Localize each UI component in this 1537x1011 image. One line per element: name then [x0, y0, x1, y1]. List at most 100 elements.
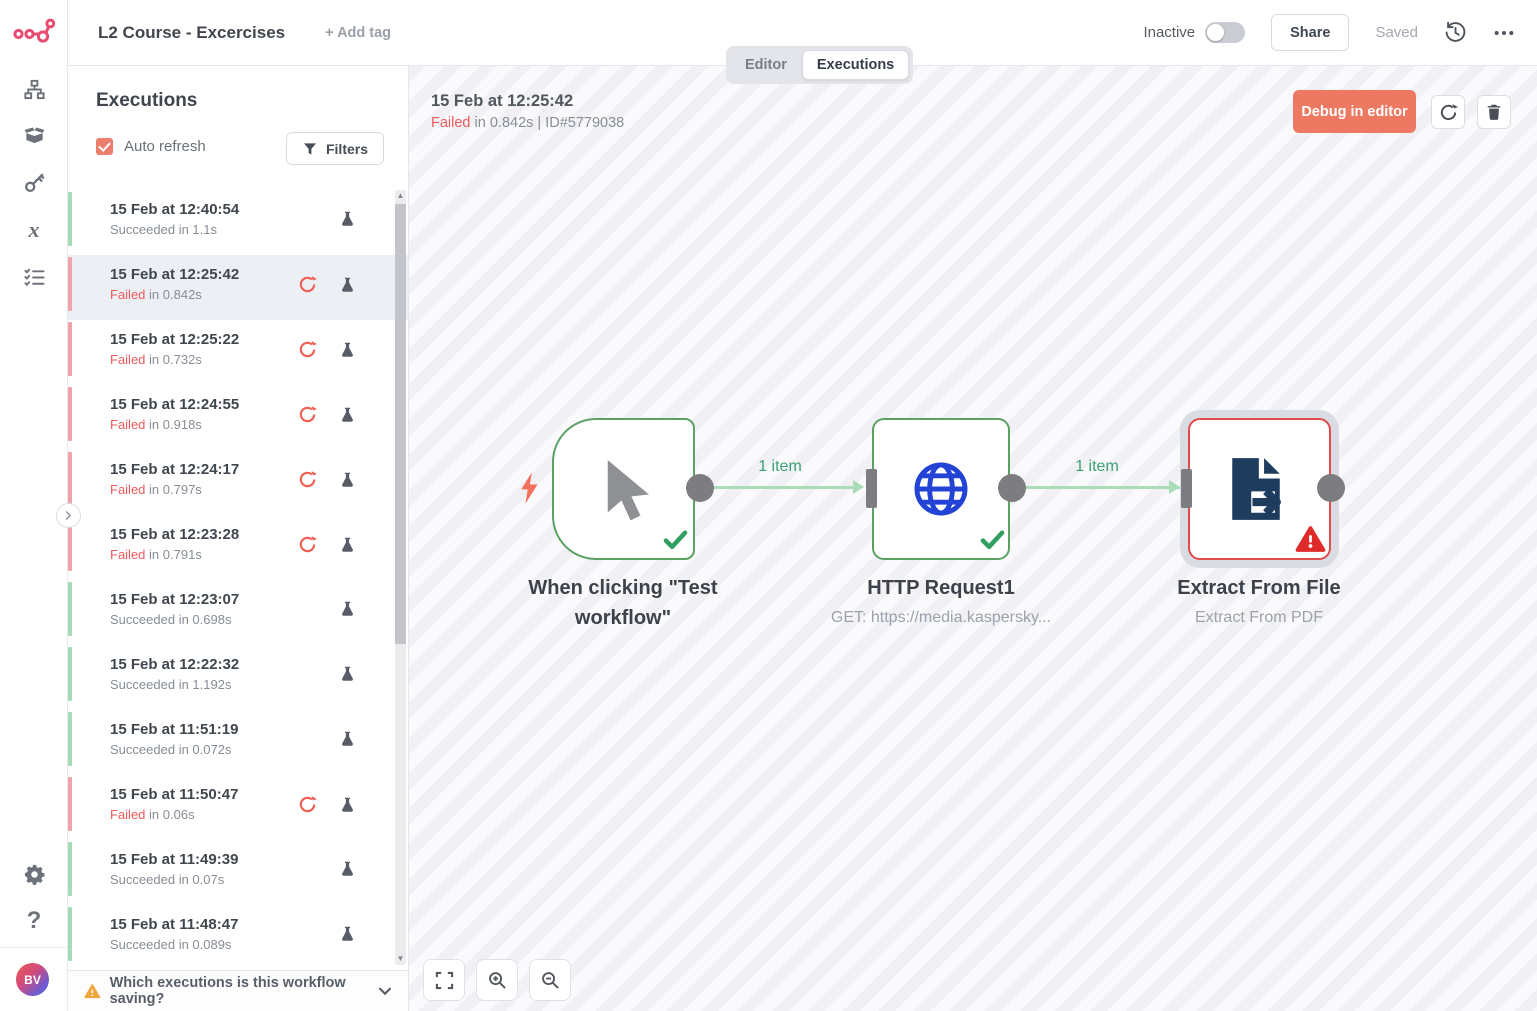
history-icon[interactable] — [1444, 21, 1467, 44]
refresh-execution-button[interactable] — [1431, 95, 1465, 129]
tab-editor[interactable]: Editor — [730, 50, 802, 80]
connection-items-label: 1 item — [700, 458, 860, 476]
globe-icon — [910, 458, 972, 520]
sidebar-item-workflows[interactable] — [0, 74, 68, 104]
debug-flask-icon[interactable] — [339, 665, 356, 682]
execution-timestamp: 15 Feb at 12:25:42 — [431, 92, 624, 111]
sidebar-item-settings[interactable] — [0, 859, 68, 889]
debug-flask-icon[interactable] — [339, 210, 356, 227]
execution-list-item-selected[interactable]: 15 Feb at 12:25:42 Failed in 0.842s — [68, 255, 408, 320]
workflow-title: L2 Course - Excercises — [98, 23, 285, 43]
editor-executions-tabs: Editor Executions — [726, 46, 913, 84]
more-options-icon[interactable] — [1493, 22, 1515, 44]
executions-scrollbar[interactable]: ▲ ▼ — [395, 190, 406, 965]
fit-view-button[interactable] — [423, 959, 465, 1001]
chevron-down-icon — [376, 982, 394, 1000]
n8n-app: x ? BV L2 Course - Excercises + Add tag … — [0, 0, 1537, 1011]
banner-text: Which executions is this workflow saving… — [110, 975, 367, 1007]
help-icon: ? — [27, 907, 42, 935]
node-output-connector[interactable] — [1317, 474, 1345, 502]
sidebar-item-credentials[interactable] — [0, 167, 68, 197]
connection-line[interactable] — [700, 486, 858, 489]
node-output-connector[interactable] — [686, 474, 714, 502]
sidebar-divider — [0, 947, 67, 948]
zoom-in-button[interactable] — [476, 959, 518, 1001]
warning-icon — [84, 982, 101, 1001]
share-button[interactable]: Share — [1271, 14, 1349, 51]
execution-list-item[interactable]: 15 Feb at 12:23:07 Succeeded in 0.698s — [68, 580, 408, 645]
retry-icon[interactable] — [298, 275, 317, 294]
connection-arrowhead — [853, 480, 864, 494]
zoom-out-button[interactable] — [529, 959, 571, 1001]
n8n-logo[interactable] — [13, 15, 55, 49]
zoom-in-icon — [488, 971, 507, 990]
chevron-right-icon — [62, 509, 75, 522]
filters-button[interactable]: Filters — [286, 132, 384, 165]
execution-status-line: Failed in 0.842s | ID#5779038 — [431, 115, 624, 131]
sidebar-item-help[interactable]: ? — [0, 906, 68, 936]
active-state-label: Inactive — [1143, 24, 1195, 41]
execution-list-item[interactable]: 15 Feb at 11:49:39 Succeeded in 0.07s — [68, 840, 408, 905]
debug-flask-icon[interactable] — [339, 471, 356, 488]
key-icon — [23, 171, 46, 194]
node-subtitle: Extract From PDF — [1109, 603, 1409, 633]
activate-toggle[interactable] — [1205, 22, 1245, 43]
retry-icon[interactable] — [298, 340, 317, 359]
scroll-up-arrow[interactable]: ▲ — [395, 190, 406, 202]
debug-flask-icon[interactable] — [339, 730, 356, 747]
error-warning-icon — [1295, 524, 1326, 555]
node-input-connector[interactable] — [866, 469, 877, 508]
canvas-controls — [423, 959, 571, 1001]
debug-flask-icon[interactable] — [339, 536, 356, 553]
execution-list-item[interactable]: 15 Feb at 12:24:17 Failed in 0.797s — [68, 450, 408, 515]
add-tag-button[interactable]: + Add tag — [325, 25, 391, 41]
node-input-connector[interactable] — [1181, 469, 1192, 508]
executions-list-icon — [23, 266, 46, 289]
sidebar-item-executions[interactable] — [0, 262, 68, 292]
debug-flask-icon[interactable] — [339, 406, 356, 423]
execution-list-item[interactable]: 15 Feb at 11:51:19 Succeeded in 0.072s — [68, 710, 408, 775]
debug-flask-icon[interactable] — [339, 341, 356, 358]
execution-list-item[interactable]: 15 Feb at 12:40:54 Succeeded in 1.1s — [68, 190, 408, 255]
executions-saving-banner[interactable]: Which executions is this workflow saving… — [68, 970, 408, 1011]
retry-icon[interactable] — [298, 470, 317, 489]
refresh-icon — [1439, 103, 1458, 122]
node-output-connector[interactable] — [998, 474, 1026, 502]
connection-items-label: 1 item — [1012, 458, 1182, 476]
retry-icon[interactable] — [298, 795, 317, 814]
retry-icon[interactable] — [298, 535, 317, 554]
sidebar-item-variables[interactable]: x — [0, 215, 68, 245]
collapse-panel-button[interactable] — [56, 503, 81, 528]
debug-flask-icon[interactable] — [339, 796, 356, 813]
execution-list-item[interactable]: 15 Feb at 12:23:28 Failed in 0.791s — [68, 515, 408, 580]
user-avatar[interactable]: BV — [16, 963, 49, 996]
auto-refresh-label: Auto refresh — [124, 138, 206, 155]
execution-list-item[interactable]: 15 Feb at 11:48:47 Succeeded in 0.089s — [68, 905, 408, 970]
scrollbar-thumb[interactable] — [395, 204, 406, 644]
scroll-down-arrow[interactable]: ▼ — [395, 953, 406, 965]
execution-list-item[interactable]: 15 Feb at 12:24:55 Failed in 0.918s — [68, 385, 408, 450]
execution-list-item[interactable]: 15 Feb at 11:50:47 Failed in 0.06s — [68, 775, 408, 840]
delete-execution-button[interactable] — [1477, 95, 1511, 129]
debug-in-editor-button[interactable]: Debug in editor — [1293, 90, 1416, 133]
workflow-canvas[interactable]: Editor Executions 15 Feb at 12:25:42 Fai… — [409, 66, 1537, 1011]
debug-flask-icon[interactable] — [339, 860, 356, 877]
debug-flask-icon[interactable] — [339, 600, 356, 617]
execution-list-item[interactable]: 15 Feb at 12:25:22 Failed in 0.732s — [68, 320, 408, 385]
variables-icon: x — [29, 217, 40, 243]
connection-line[interactable] — [1012, 486, 1182, 489]
sidebar-item-templates[interactable] — [0, 120, 68, 150]
auto-refresh-checkbox[interactable] — [96, 138, 113, 155]
auto-refresh-control[interactable]: Auto refresh — [96, 138, 206, 155]
saved-status: Saved — [1375, 24, 1418, 41]
execution-list-item[interactable]: 15 Feb at 12:22:32 Succeeded in 1.192s — [68, 645, 408, 710]
cursor-icon — [594, 456, 660, 522]
fit-view-icon — [435, 971, 454, 990]
zoom-out-icon — [541, 971, 560, 990]
executions-heading: Executions — [96, 90, 197, 112]
tab-executions[interactable]: Executions — [802, 50, 909, 80]
debug-flask-icon[interactable] — [339, 925, 356, 942]
retry-icon[interactable] — [298, 405, 317, 424]
trash-icon — [1485, 103, 1503, 121]
debug-flask-icon[interactable] — [339, 276, 356, 293]
